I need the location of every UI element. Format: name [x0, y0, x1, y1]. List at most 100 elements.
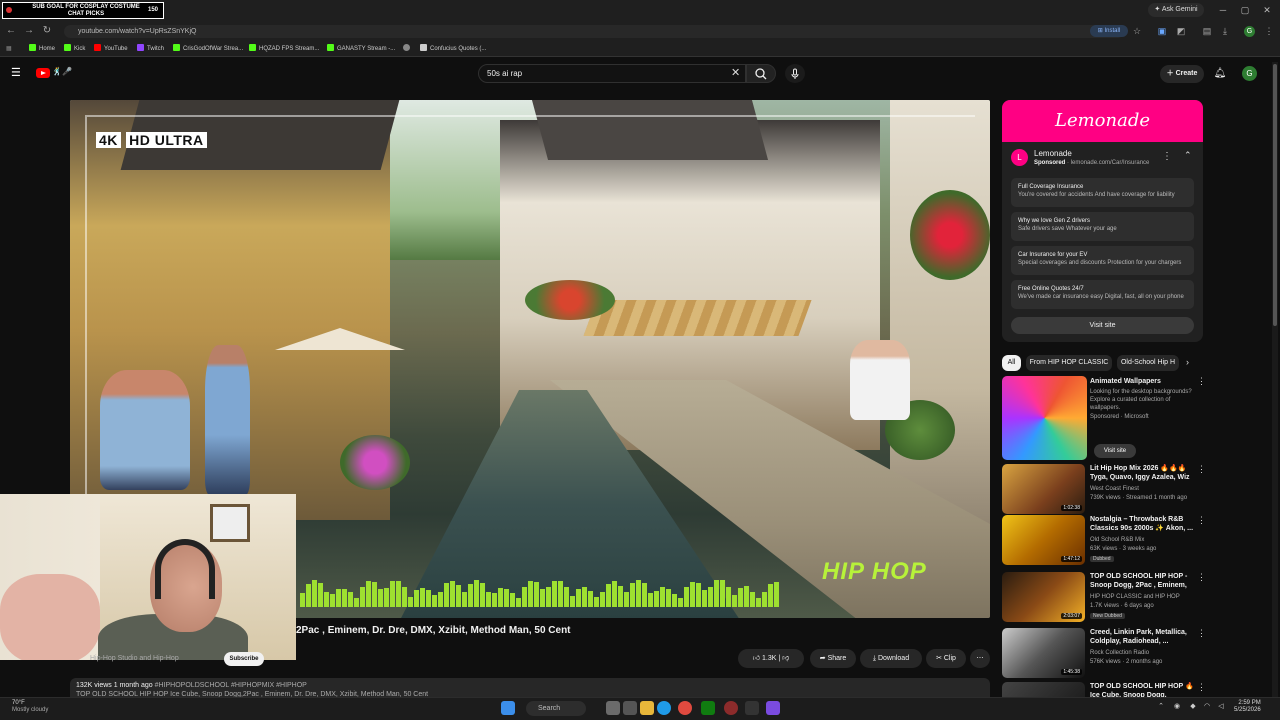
recommendation-more-icon[interactable]: ⋮: [1197, 464, 1206, 475]
ad-sitelink[interactable]: Car Insurance for your EV Special coverag…: [1011, 246, 1194, 275]
more-actions-icon[interactable]: ⋯: [970, 649, 990, 668]
forward-icon[interactable]: →: [22, 23, 36, 39]
apps-icon[interactable]: ▦: [6, 44, 12, 54]
recommendation-item[interactable]: 1:45:38 Creed, Linkin Park, Metallica, C…: [1002, 628, 1206, 680]
recommendation-item[interactable]: 1:02:38 Lit Hip Hop Mix 2026 🔥🔥🔥 Tyga, Q…: [1002, 464, 1206, 516]
recommendation-channel[interactable]: HIP HOP CLASSIC and HIP HOP: [1090, 594, 1180, 600]
file-explorer-icon[interactable]: [640, 701, 654, 715]
search-button[interactable]: [746, 64, 776, 83]
recommendation-channel[interactable]: Old School R&B Mix: [1090, 537, 1144, 543]
ad-visit-site-button[interactable]: Visit site: [1011, 317, 1194, 334]
clip-button[interactable]: ✂ Clip: [926, 649, 966, 668]
chip-from-hiphop-classic[interactable]: From HIP HOP CLASSIC: [1026, 355, 1112, 371]
extension-icon[interactable]: ▣: [1155, 24, 1169, 38]
recommendation-title[interactable]: TOP OLD SCHOOL HIP HOP 🔥 Ice Cube, Snoop…: [1090, 682, 1194, 697]
ask-gemini-button[interactable]: ✦ Ask Gemini: [1148, 3, 1204, 17]
ad-sitelink[interactable]: Why we love Gen Z drivers Safe drivers sa…: [1011, 212, 1194, 241]
promo-thumbnail[interactable]: [1002, 376, 1087, 460]
subscribe-button[interactable]: Subscribe: [224, 652, 264, 666]
advertiser-name[interactable]: Lemonade: [1034, 149, 1072, 158]
recommendation-channel[interactable]: Rock Collection Radio: [1090, 650, 1149, 656]
edge-icon[interactable]: [657, 701, 671, 715]
bookmark-home[interactable]: Home: [29, 44, 55, 54]
recommendation-title[interactable]: TOP OLD SCHOOL HIP HOP - Snoop Dogg, 2Pa…: [1090, 572, 1194, 590]
chevron-right-icon[interactable]: ›: [1186, 357, 1189, 367]
chip-old-school-hiphop[interactable]: Old-School Hip H: [1117, 355, 1179, 371]
chevron-up-icon[interactable]: ⌃: [1184, 150, 1192, 161]
bookmark-star-icon[interactable]: ☆: [1130, 24, 1144, 38]
recommendation-channel[interactable]: West Coast Finest: [1090, 486, 1139, 492]
bookmark-kick[interactable]: Kick: [64, 44, 85, 54]
recommendation-item[interactable]: 2:03:07 TOP OLD SCHOOL HIP HOP - Snoop D…: [1002, 572, 1206, 624]
bookmark-youtube[interactable]: YouTube: [94, 44, 128, 54]
ad-more-icon[interactable]: ⋮: [1162, 151, 1172, 162]
download-button[interactable]: ⤓ Download: [860, 649, 922, 668]
hamburger-menu-icon[interactable]: ☰: [11, 66, 25, 80]
recommendation-more-icon[interactable]: ⋮: [1197, 628, 1206, 639]
xbox-icon[interactable]: [701, 701, 715, 715]
recommendation-thumbnail[interactable]: 1:02:38: [1002, 464, 1085, 514]
ad-sitelink[interactable]: Free Online Quotes 24/7 We've made car in…: [1011, 280, 1194, 309]
widgets-icon[interactable]: [606, 701, 620, 715]
windows-start-icon[interactable]: [501, 701, 515, 715]
promo-visit-site-button[interactable]: Visit site: [1094, 444, 1136, 458]
reload-icon[interactable]: ↻: [40, 23, 54, 39]
search-input[interactable]: 50s ai rap: [478, 64, 746, 83]
like-dislike-button[interactable]: 👍︎ 1.3K | 👎︎: [738, 649, 804, 668]
recommendation-title[interactable]: Creed, Linkin Park, Metallica, Coldplay,…: [1090, 628, 1194, 646]
clear-search-icon[interactable]: ✕: [731, 66, 743, 81]
bookmark-confucius-quotes[interactable]: Confucius Quotes (...: [420, 44, 486, 54]
channel-name[interactable]: Hip-Hop Studio and Hip-Hop: [90, 655, 179, 662]
recommendation-more-icon[interactable]: ⋮: [1197, 515, 1206, 526]
bookmark-twitch[interactable]: Twitch: [137, 44, 164, 54]
install-button[interactable]: ⊞ Install: [1090, 25, 1128, 37]
back-icon[interactable]: ←: [4, 23, 18, 39]
notifications-bell-icon[interactable]: 🔔︎: [1212, 66, 1228, 82]
wifi-icon[interactable]: ◠: [1202, 702, 1212, 712]
taskbar-search[interactable]: Search: [526, 701, 586, 716]
recommendation-more-icon[interactable]: ⋮: [1197, 682, 1202, 693]
tray-chevron-icon[interactable]: ⌃: [1156, 702, 1166, 712]
recommendation-thumbnail[interactable]: [1002, 682, 1085, 697]
promoted-item[interactable]: Animated Wallpapers Looking for the desk…: [1002, 376, 1206, 460]
share-button[interactable]: ➦ Share: [810, 649, 856, 668]
profile-icon[interactable]: G: [1244, 26, 1255, 37]
recommendation-thumbnail[interactable]: 2:03:07: [1002, 572, 1085, 622]
youtube-logo-icon[interactable]: [36, 68, 50, 78]
recommendation-item[interactable]: 1:47:12 Nostalgia – Throwback R&B Classi…: [1002, 515, 1206, 567]
volume-icon[interactable]: ◁: [1216, 702, 1226, 712]
account-avatar[interactable]: G: [1242, 66, 1257, 81]
tray-app-icon[interactable]: ◆: [1188, 702, 1198, 712]
description-tags[interactable]: #HIPHOPOLDSCHOOL #HIPHOPMIX #HIPHOP: [155, 682, 307, 689]
minimize-icon[interactable]: ─: [1216, 3, 1230, 17]
maximize-icon[interactable]: ▢: [1238, 3, 1252, 17]
tray-app-icon[interactable]: ◉: [1172, 702, 1182, 712]
promo-more-icon[interactable]: ⋮: [1197, 376, 1206, 387]
youtube-doodle-icon[interactable]: 🕺🎤: [52, 67, 72, 76]
recommendation-title[interactable]: Lit Hip Hop Mix 2026 🔥🔥🔥 Tyga, Quavo, Ig…: [1090, 464, 1194, 482]
bookmark-ganasty[interactable]: GANASTY Stream -...: [327, 44, 395, 54]
weather-widget[interactable]: 70°F Mostly cloudy: [12, 700, 48, 714]
puzzle-icon[interactable]: ◩: [1174, 24, 1188, 38]
ad-banner[interactable]: Lemonade: [1002, 100, 1203, 142]
kebab-menu-icon[interactable]: ⋮: [1262, 24, 1276, 38]
url-input[interactable]: youtube.com/watch?v=UpRsZSnYKjQ: [64, 25, 1124, 38]
bookmark-hqzad[interactable]: HQZAD FPS Stream...: [249, 44, 319, 54]
advertiser-logo-icon[interactable]: L: [1011, 149, 1028, 166]
chip-all[interactable]: All: [1002, 355, 1021, 371]
taskbar-clock[interactable]: 2:59 PM 5/25/2026: [1234, 700, 1261, 714]
recommendation-thumbnail[interactable]: 1:47:12: [1002, 515, 1085, 565]
bookmark-confucius[interactable]: [403, 44, 413, 54]
voice-search-button[interactable]: [785, 64, 805, 83]
download-icon[interactable]: ⤓: [1218, 24, 1232, 38]
chrome-icon[interactable]: [678, 701, 692, 715]
ad-sitelink[interactable]: Full Coverage Insurance You're covered fo…: [1011, 178, 1194, 207]
task-view-icon[interactable]: [623, 701, 637, 715]
recommendation-thumbnail[interactable]: 1:45:38: [1002, 628, 1085, 678]
close-window-icon[interactable]: ✕: [1260, 3, 1274, 17]
app-icon[interactable]: [766, 701, 780, 715]
obs-icon[interactable]: [724, 701, 738, 715]
sidepanel-icon[interactable]: ▤: [1200, 24, 1214, 38]
recommendation-more-icon[interactable]: ⋮: [1197, 572, 1206, 583]
bookmark-crisgodofwar[interactable]: CrisGodOfWar Strea...: [173, 44, 243, 54]
